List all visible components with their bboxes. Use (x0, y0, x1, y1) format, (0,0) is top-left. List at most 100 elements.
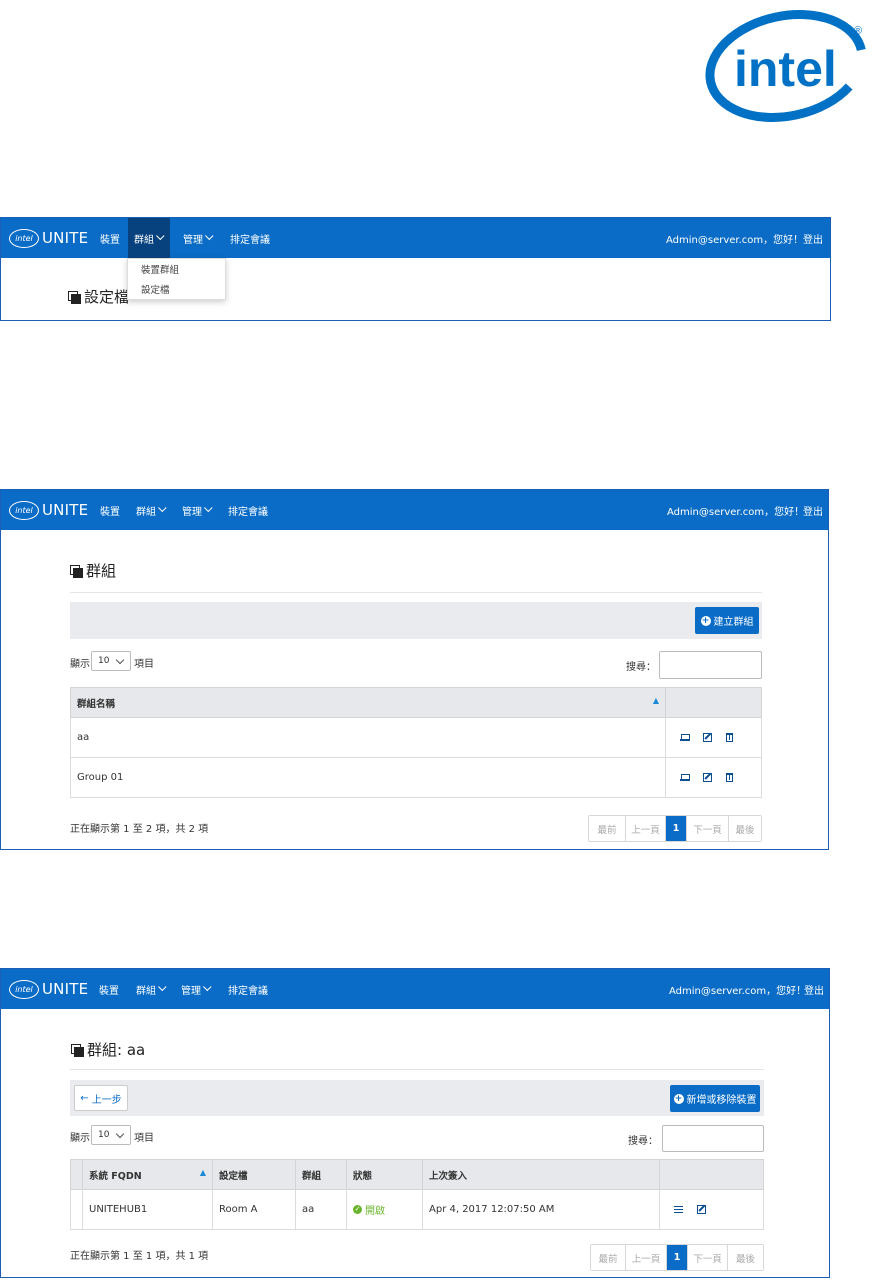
logout-link[interactable]: 登出 (803, 218, 823, 258)
intel-badge-icon: intel (9, 979, 39, 999)
page-length-value: 10 (98, 656, 110, 666)
pager-next[interactable]: 下一頁 (687, 816, 729, 841)
svg-text:intel: intel (734, 41, 837, 97)
actions-cell (659, 1189, 764, 1230)
table-row: UNITEHUB1 Room A aa ✓ 開啟 Apr 4, 2017 12:0… (70, 1189, 764, 1230)
nav-devices[interactable]: 裝置 (94, 490, 126, 530)
nav-groups-label: 群組 (136, 506, 156, 518)
search-input[interactable] (662, 1125, 764, 1152)
brand-name: UNITE (42, 980, 89, 998)
brand[interactable]: intel UNITE (9, 228, 88, 248)
pager-prev[interactable]: 上一頁 (626, 1245, 667, 1270)
pager-first[interactable]: 最前 (589, 816, 626, 841)
nav-devices[interactable]: 裝置 (93, 969, 125, 1009)
user-greeting[interactable]: Admin@server.com，您好！ (667, 490, 804, 530)
create-group-button[interactable]: + 建立群組 (695, 607, 759, 634)
screenshot-panel-profiles: intel UNITE 裝置 群組 管理 排定會議 Admin@server.c… (0, 217, 831, 321)
screenshot-panel-group-detail: intel UNITE 裝置 群組 管理 排定會議 Admin@server.c… (0, 968, 830, 1278)
items-label: 項目 (134, 1133, 154, 1144)
menu-item-profiles[interactable]: 設定檔 (128, 279, 225, 299)
nav-manage[interactable]: 管理 (175, 969, 217, 1009)
brand[interactable]: intel UNITE (9, 979, 88, 999)
laptop-icon[interactable] (680, 734, 690, 741)
pager-last[interactable]: 最後 (728, 1245, 763, 1270)
column-last-checkin[interactable]: 上次簽入 (422, 1159, 660, 1190)
nav-manage[interactable]: 管理 (177, 218, 219, 258)
column-fqdn[interactable]: 系統 FQDN ▲ (82, 1159, 213, 1190)
actions-cell (665, 717, 762, 758)
nav-schedule[interactable]: 排定會議 (224, 218, 276, 258)
groups-dropdown-menu: 裝置群組 設定檔 (127, 258, 226, 300)
create-group-label: 建立群組 (713, 617, 754, 628)
search-label: 搜尋： (628, 1136, 658, 1147)
group-name-cell: Group 01 (70, 757, 666, 798)
nav-devices[interactable]: 裝置 (94, 218, 126, 258)
page-title-text: 群組 (86, 562, 117, 580)
brand-name: UNITE (42, 229, 89, 247)
trash-icon[interactable] (726, 773, 733, 782)
search-input[interactable] (659, 651, 762, 679)
toolbar (70, 1080, 764, 1116)
intel-badge-icon: intel (9, 500, 39, 520)
column-group-name-label: 群組名稱 (77, 698, 116, 710)
pager-page-1[interactable]: 1 (667, 1245, 688, 1270)
column-actions (665, 687, 762, 718)
logout-link[interactable]: 登出 (804, 969, 824, 1009)
column-group[interactable]: 群組 (295, 1159, 347, 1190)
copy-icon (70, 564, 83, 578)
pager-prev[interactable]: 上一頁 (626, 816, 666, 841)
brand-name: UNITE (42, 501, 89, 519)
user-greeting[interactable]: Admin@server.com，您好！ (669, 969, 806, 1009)
user-greeting[interactable]: Admin@server.com，您好！ (666, 218, 803, 258)
edit-icon[interactable] (703, 773, 712, 782)
list-icon[interactable] (674, 1206, 683, 1213)
chevron-down-icon (204, 503, 213, 513)
sort-ascending-icon[interactable]: ▲ (653, 696, 659, 705)
nav-groups[interactable]: 群組 (130, 490, 172, 530)
groups-table: 群組名稱 ▲ aa Group 01 (70, 687, 762, 798)
nav-groups[interactable]: 群組 (128, 218, 170, 258)
column-status[interactable]: 狀態 (346, 1159, 423, 1190)
nav-schedule[interactable]: 排定會議 (222, 490, 274, 530)
nav-manage[interactable]: 管理 (176, 490, 218, 530)
laptop-icon[interactable] (680, 774, 690, 781)
page-title-text: 設定檔 (84, 288, 130, 306)
status-cell: ✓ 開啟 (346, 1189, 423, 1230)
page-length-select[interactable]: 10 (91, 1125, 131, 1145)
back-button[interactable]: ← 上一步 (74, 1085, 128, 1111)
trash-icon[interactable] (726, 733, 733, 742)
logout-link[interactable]: 登出 (803, 490, 823, 530)
table-row: aa (70, 717, 762, 758)
select-cell[interactable] (70, 1189, 83, 1230)
last-checkin-cell: Apr 4, 2017 12:07:50 AM (422, 1189, 660, 1230)
column-group-name[interactable]: 群組名稱 ▲ (70, 687, 666, 718)
pager-last[interactable]: 最後 (729, 816, 761, 841)
arrow-left-icon: ← (80, 1092, 89, 1104)
pager-first[interactable]: 最前 (591, 1245, 626, 1270)
pagination: 最前 上一頁 1 下一頁 最後 (590, 1244, 764, 1271)
table-header-row: 系統 FQDN ▲ 設定檔 群組 狀態 上次簽入 (70, 1159, 764, 1190)
navbar: intel UNITE 裝置 群組 管理 排定會議 Admin@server.c… (1, 969, 829, 1009)
brand[interactable]: intel UNITE (9, 500, 88, 520)
plus-circle-icon: + (673, 1093, 684, 1104)
table-info: 正在顯示第 1 至 2 項，共 2 項 (70, 824, 209, 835)
edit-icon[interactable] (697, 1205, 706, 1214)
page-length-select[interactable]: 10 (91, 651, 131, 671)
page-title: 群組 (70, 560, 116, 581)
nav-groups[interactable]: 群組 (130, 969, 172, 1009)
add-remove-devices-button[interactable]: + 新增或移除裝置 (670, 1085, 760, 1112)
nav-schedule[interactable]: 排定會議 (222, 969, 274, 1009)
copy-icon (71, 1043, 84, 1057)
nav-manage-label: 管理 (181, 985, 201, 997)
pager-next[interactable]: 下一頁 (688, 1245, 728, 1270)
column-profile[interactable]: 設定檔 (212, 1159, 296, 1190)
edit-icon[interactable] (703, 733, 712, 742)
pager-page-1[interactable]: 1 (666, 816, 687, 841)
menu-item-device-groups[interactable]: 裝置群組 (128, 259, 225, 279)
nav-groups-label: 群組 (134, 234, 154, 246)
sort-ascending-icon[interactable]: ▲ (200, 1168, 206, 1177)
page-title-text: 群組: aa (87, 1041, 146, 1059)
pagination: 最前 上一頁 1 下一頁 最後 (588, 815, 762, 842)
title-divider (70, 592, 762, 593)
column-fqdn-label: 系統 FQDN (89, 1170, 142, 1182)
